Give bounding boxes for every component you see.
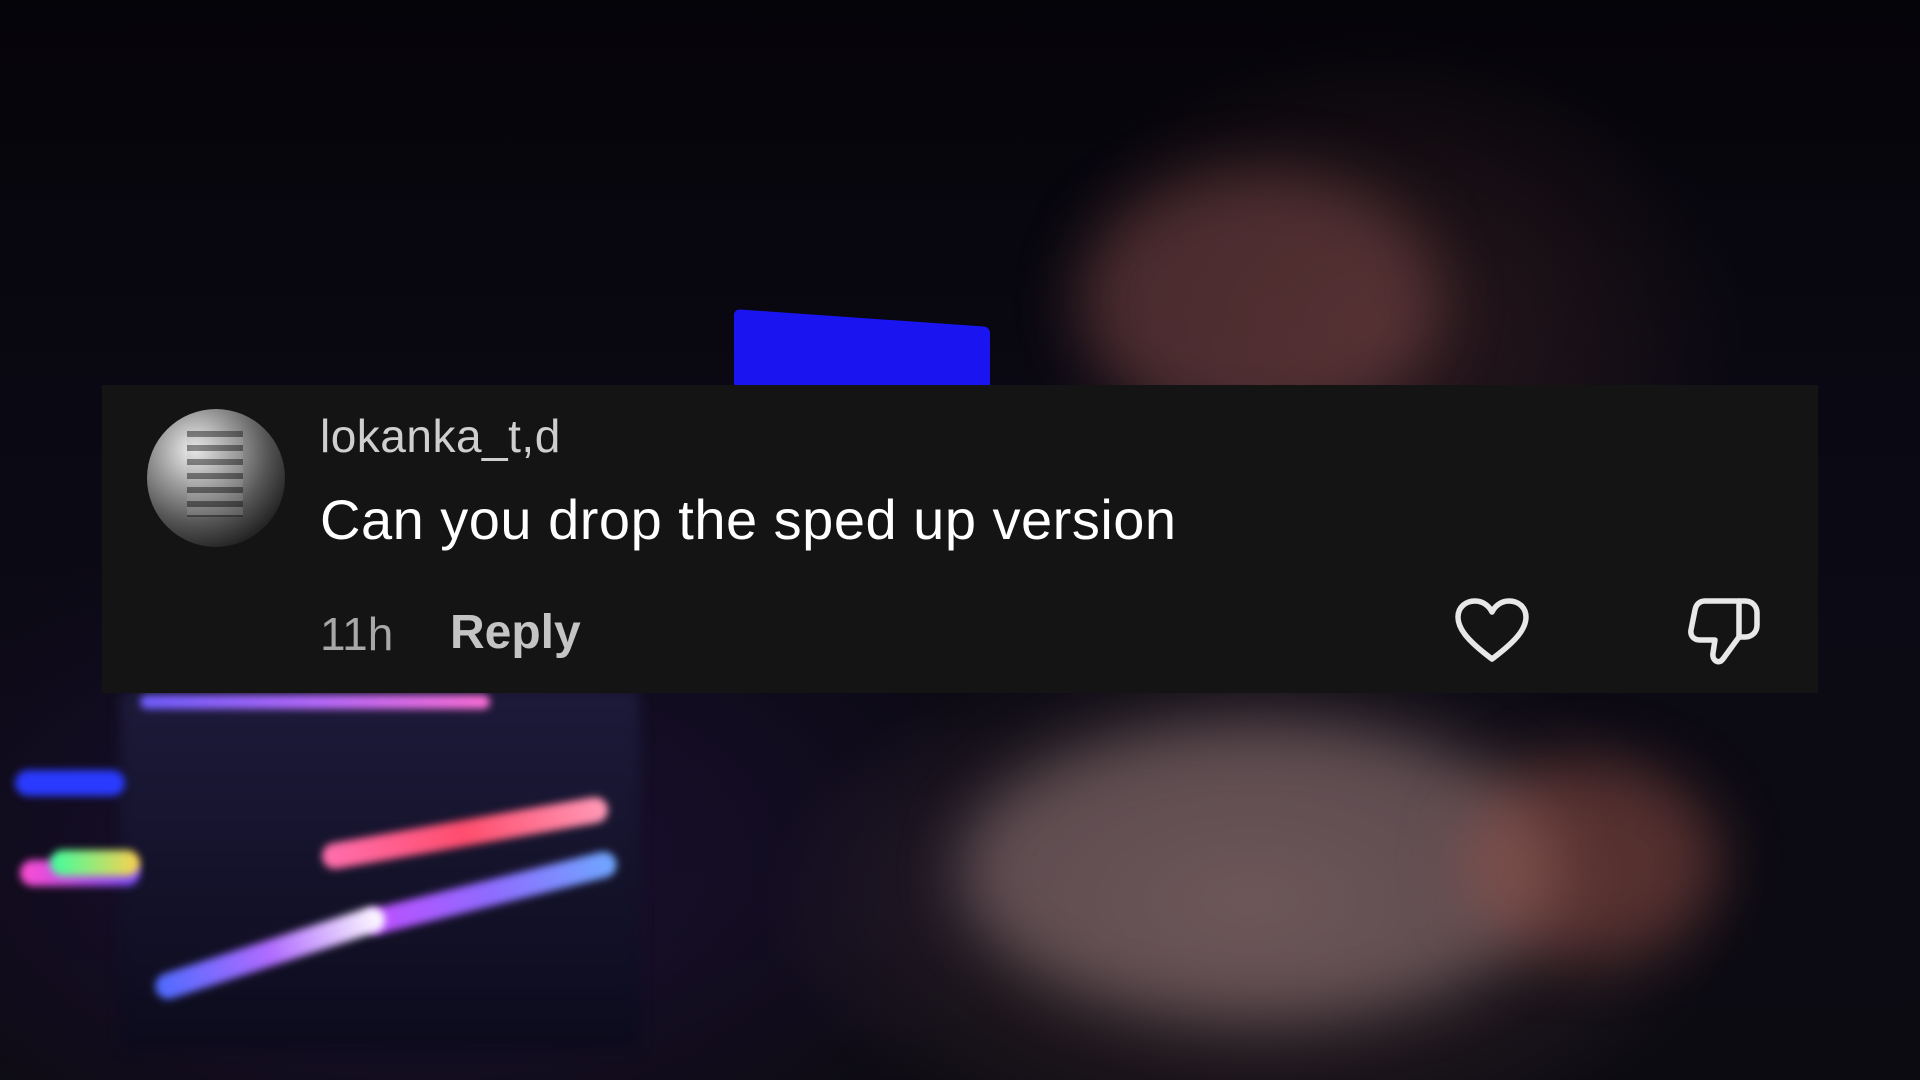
- blurred-arm: [1460, 760, 1720, 960]
- avatar[interactable]: [147, 409, 285, 547]
- reply-button[interactable]: Reply: [450, 605, 581, 660]
- like-button[interactable]: [1454, 597, 1530, 665]
- comment-timestamp: 11h: [320, 608, 394, 660]
- blurred-glow-line: [140, 695, 490, 709]
- blurred-glow-line: [15, 770, 125, 796]
- dislike-button[interactable]: [1687, 595, 1763, 667]
- comment-username[interactable]: lokanka_t,d: [320, 409, 561, 463]
- blurred-glow-line: [50, 850, 140, 876]
- thumbs-down-icon: [1688, 598, 1760, 665]
- comment-text: Can you drop the sped up version: [320, 488, 1177, 551]
- heart-icon: [1455, 598, 1529, 662]
- comment-card: lokanka_t,d Can you drop the sped up ver…: [102, 385, 1818, 693]
